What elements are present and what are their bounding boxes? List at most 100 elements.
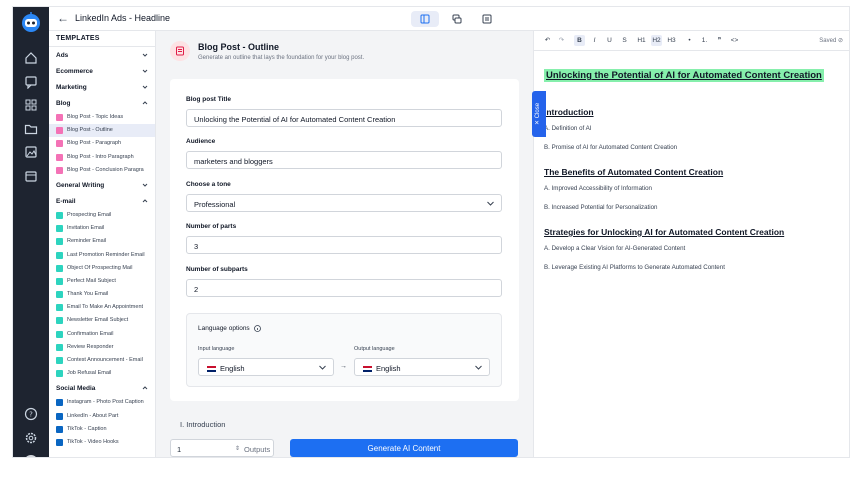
image-icon[interactable] xyxy=(24,145,38,159)
language-options-title: Language options xyxy=(198,325,261,332)
tone-select[interactable]: Professional xyxy=(186,194,502,212)
info-icon[interactable] xyxy=(253,325,261,332)
document-heading: Unlocking the Potential of AI for Automa… xyxy=(544,69,824,82)
italic-button[interactable]: I xyxy=(589,35,600,46)
sidebar-template-item[interactable]: Contest Announcement - Email xyxy=(49,354,155,367)
svg-text:?: ? xyxy=(29,411,33,419)
form-card: Blog post Title Unlocking the Potential … xyxy=(170,79,519,401)
icon-rail: ? J xyxy=(13,7,49,457)
section-heading: Introduction xyxy=(544,107,594,117)
settings-gear-icon[interactable] xyxy=(24,431,38,445)
template-icon xyxy=(56,114,63,121)
sidebar-template-item[interactable]: TikTok - Video Hooks xyxy=(49,436,155,449)
sidebar-template-item[interactable]: Object Of Prospecting Mail xyxy=(49,262,155,275)
layout-split-button[interactable] xyxy=(411,11,439,27)
templates-header: TEMPLATES xyxy=(49,31,155,47)
sidebar-template-item[interactable]: Last Promotion Reminder Email xyxy=(49,249,155,262)
document-view-button[interactable] xyxy=(473,11,501,27)
sidebar-template-item[interactable]: Review Responder xyxy=(49,341,155,354)
sidebar-template-item[interactable]: Blog Post - Outline xyxy=(49,124,155,138)
grid-icon[interactable] xyxy=(24,98,38,112)
language-options: Language options Input language English … xyxy=(186,313,502,387)
sidebar-category[interactable]: Marketing xyxy=(49,79,155,95)
heading-1-button[interactable]: H1 xyxy=(636,35,647,46)
calendar-icon[interactable] xyxy=(24,169,38,183)
chat-icon[interactable] xyxy=(24,75,38,89)
redo-icon[interactable]: ↷ xyxy=(556,35,567,46)
sidebar-template-item[interactable]: Confirmation Email xyxy=(49,328,155,341)
back-arrow-icon[interactable]: ← xyxy=(57,12,69,24)
heading-2-button[interactable]: H2 xyxy=(651,35,662,46)
template-icon xyxy=(56,166,63,174)
subparts-label: Number of subparts xyxy=(186,266,248,273)
output-language-select[interactable]: English xyxy=(354,358,490,376)
output-language-label: Output language xyxy=(354,346,395,352)
underline-button[interactable]: U xyxy=(604,35,615,46)
subparts-input[interactable]: 2 xyxy=(186,279,502,297)
sidebar-template-item[interactable]: Thank You Email xyxy=(49,288,155,301)
template-badge xyxy=(170,41,190,61)
undo-icon[interactable]: ↶ xyxy=(542,35,553,46)
sidebar-template-item[interactable]: TikTok - Caption xyxy=(49,423,155,436)
section-heading: The Benefits of Automated Content Creati… xyxy=(544,167,724,177)
bullet-list-button[interactable]: • xyxy=(684,35,695,46)
sidebar-template-item[interactable]: Blog Post - Intro Paragraph xyxy=(49,151,155,164)
sidebar-template-item[interactable]: Instagram - Photo Post Caption xyxy=(49,396,155,409)
help-icon[interactable]: ? xyxy=(24,407,38,421)
template-icon xyxy=(56,438,63,446)
bold-button[interactable]: B xyxy=(574,35,585,46)
sidebar-template-item[interactable]: Blog Post - Topic Ideas xyxy=(49,111,155,124)
sidebar-template-item[interactable]: Newsletter Email Subject xyxy=(49,314,155,327)
output-preview: I. Introduction xyxy=(180,420,226,429)
sidebar-category[interactable]: Ads xyxy=(49,47,155,63)
sidebar-category[interactable]: Ecommerce xyxy=(49,63,155,79)
sidebar-template-item[interactable]: Job Refusal Email xyxy=(49,367,155,380)
user-avatar[interactable]: J xyxy=(24,455,38,457)
document-content[interactable]: Unlocking the Potential of AI for Automa… xyxy=(544,65,844,271)
sidebar-category[interactable]: General Writing xyxy=(49,177,155,193)
sidebar-category[interactable]: Blog xyxy=(49,95,155,111)
audience-input[interactable]: marketers and bloggers xyxy=(186,151,502,169)
stepper-icon[interactable]: ⇕ xyxy=(235,445,240,452)
form-footer: 1 ⇕ Outputs Generate AI Content xyxy=(156,436,533,457)
generate-ai-content-button[interactable]: Generate AI Content xyxy=(290,439,518,457)
template-icon xyxy=(56,127,63,135)
templates-sidebar: TEMPLATES Ads Ecommerce Marketing Blog Blog … xyxy=(49,31,156,457)
quote-button[interactable]: ❞ xyxy=(714,35,725,46)
chat-view-button[interactable] xyxy=(443,11,471,27)
blog-title-input[interactable]: Unlocking the Potential of AI for Automa… xyxy=(186,109,502,127)
sidebar-template-item[interactable]: Email To Make An Appointment xyxy=(49,301,155,314)
sidebar-template-item[interactable]: LinkedIn - About Part xyxy=(49,410,155,423)
heading-3-button[interactable]: H3 xyxy=(666,35,677,46)
strike-button[interactable]: S xyxy=(619,35,630,46)
close-panel-tab[interactable]: ✕ Close xyxy=(532,91,546,137)
sidebar-template-item[interactable]: Reminder Email xyxy=(49,235,155,248)
robot-logo-icon[interactable] xyxy=(19,11,43,33)
tone-value: Professional xyxy=(194,200,236,209)
chevron-down-icon xyxy=(319,365,326,370)
sidebar-template-item[interactable]: Invitation Email xyxy=(49,222,155,235)
sidebar-template-item[interactable]: Perfect Mail Subject xyxy=(49,275,155,288)
section-item: A. Definition of AI xyxy=(544,125,592,132)
input-language-select[interactable]: English xyxy=(198,358,334,376)
chevron-down-icon xyxy=(142,183,148,187)
sidebar-category[interactable]: E-mail xyxy=(49,193,155,209)
home-icon[interactable] xyxy=(24,51,38,65)
sidebar-template-item[interactable]: Blog Post - Conclusion Paragra xyxy=(49,164,155,177)
outputs-count-input[interactable]: 1 ⇕ Outputs xyxy=(170,439,274,457)
template-icon xyxy=(56,317,63,325)
chevron-up-icon xyxy=(142,386,148,390)
sidebar-template-item[interactable]: Blog Post - Paragraph xyxy=(49,137,155,150)
uk-flag-icon xyxy=(363,366,372,373)
sidebar-category[interactable]: Social Media xyxy=(49,380,155,396)
template-icon xyxy=(56,140,63,148)
ordered-list-button[interactable]: 1. xyxy=(699,35,710,46)
input-language-value: English xyxy=(220,364,245,373)
template-icon xyxy=(56,304,63,312)
folder-icon[interactable] xyxy=(24,122,38,136)
code-button[interactable]: <> xyxy=(729,35,740,46)
sidebar-template-item[interactable]: Prospecting Email xyxy=(49,209,155,222)
parts-input[interactable]: 3 xyxy=(186,236,502,254)
saved-status: Saved ⊘ xyxy=(819,38,843,44)
template-icon xyxy=(56,399,63,407)
